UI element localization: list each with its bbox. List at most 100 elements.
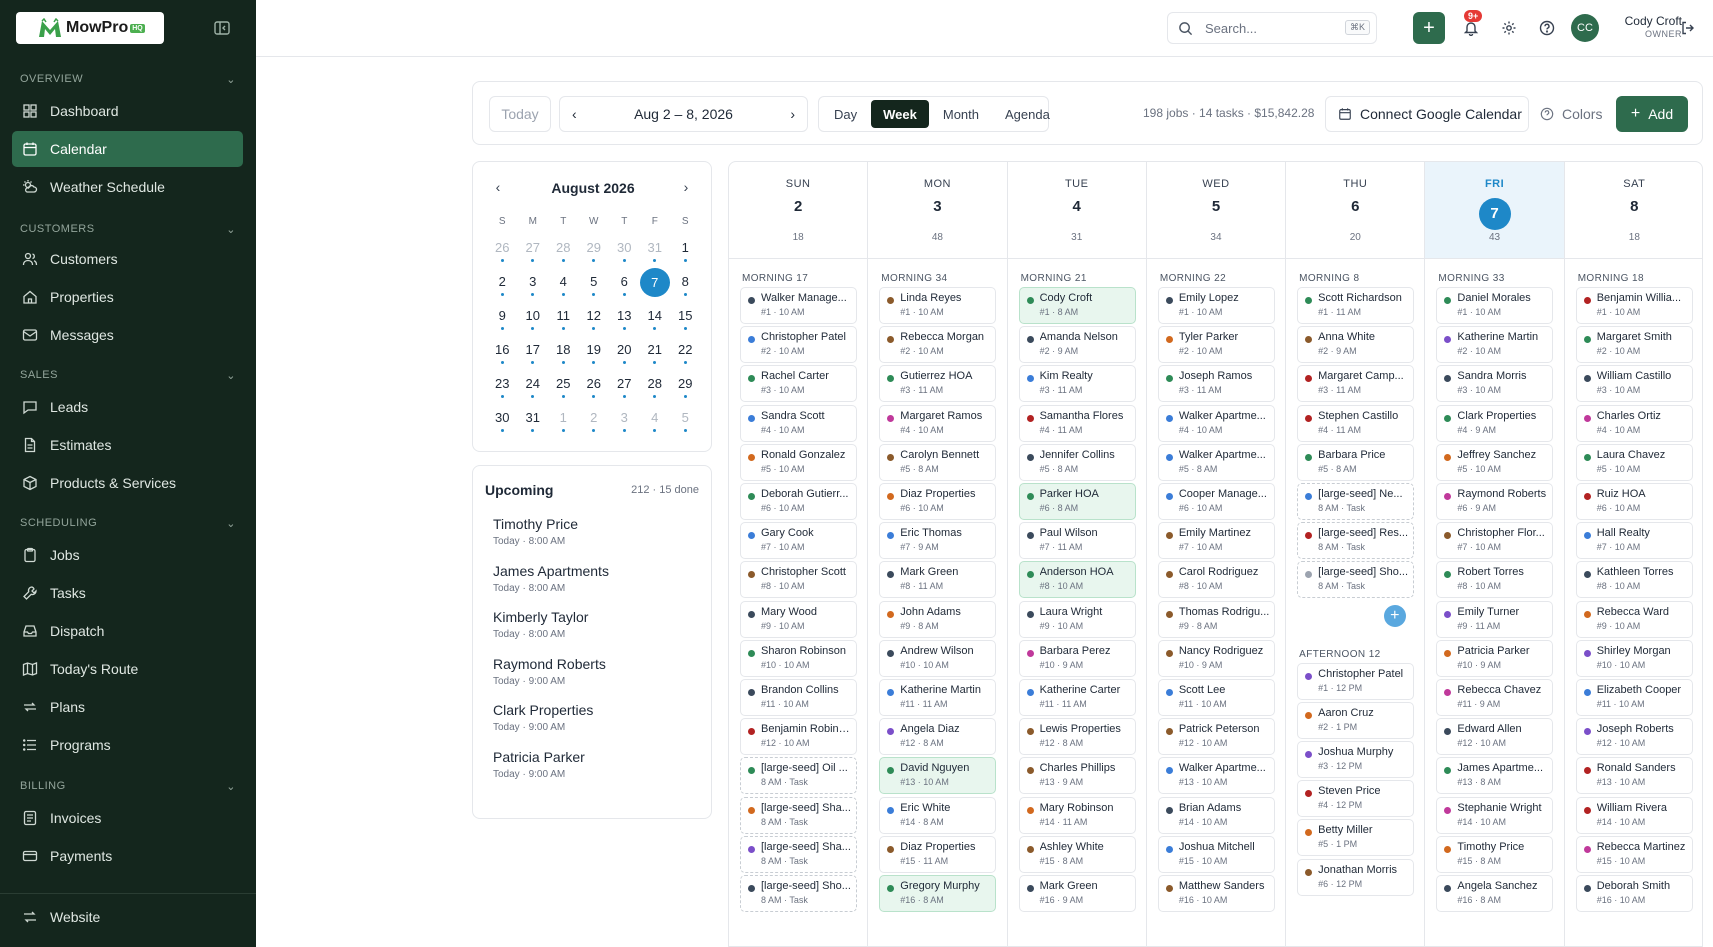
today-button[interactable]: Today <box>489 96 551 132</box>
day-header[interactable]: SUN 2 18 <box>729 162 868 259</box>
mini-calendar-day[interactable]: 13 <box>609 304 640 338</box>
job-card[interactable]: Elizabeth Cooper #11 · 10 AM <box>1575 679 1693 716</box>
sidebar-item-jobs[interactable]: Jobs <box>12 537 243 573</box>
mini-calendar-day[interactable]: 22 <box>670 338 701 372</box>
job-card[interactable]: Angela Sanchez #16 · 8 AM <box>1436 875 1554 912</box>
mini-calendar-day[interactable]: 5 <box>670 406 701 440</box>
mini-calendar-day[interactable]: 30 <box>487 406 518 440</box>
job-card[interactable]: Benjamin Robins... #12 · 10 AM <box>740 718 857 756</box>
sidebar-collapse-icon[interactable] <box>213 19 231 37</box>
job-card[interactable]: Walker Apartme... #13 · 10 AM <box>1157 757 1275 795</box>
job-card[interactable]: Emily Turner #9 · 11 AM <box>1436 600 1554 638</box>
job-card[interactable]: Gregory Murphy #16 · 8 AM <box>879 875 997 912</box>
add-event-button[interactable]: + <box>1383 604 1406 627</box>
job-card[interactable]: John Adams #9 · 8 AM <box>879 600 997 638</box>
chevron-right-icon[interactable]: › <box>790 106 795 122</box>
job-card[interactable]: Gary Cook #7 · 10 AM <box>740 522 857 560</box>
day-header[interactable]: THU 6 20 <box>1286 162 1425 259</box>
job-card[interactable]: Rebecca Ward #9 · 10 AM <box>1575 600 1693 638</box>
logout-button[interactable] <box>1677 17 1699 39</box>
mini-calendar-day[interactable]: 28 <box>640 372 671 406</box>
settings-button[interactable] <box>1498 17 1520 39</box>
job-card[interactable]: Scott Lee #11 · 10 AM <box>1157 679 1275 716</box>
job-card[interactable]: Walker Apartme... #4 · 10 AM <box>1157 404 1275 442</box>
mini-calendar-day[interactable]: 2 <box>579 406 610 440</box>
job-card[interactable]: Margaret Ramos #4 · 10 AM <box>879 404 997 442</box>
job-card[interactable]: Thomas Rodrigu... #9 · 8 AM <box>1157 600 1275 638</box>
sidebar-item-products-services[interactable]: Products & Services <box>12 465 243 501</box>
mini-calendar-day[interactable]: 14 <box>640 304 671 338</box>
sidebar-item-properties[interactable]: Properties <box>12 279 243 315</box>
mini-calendar-day[interactable]: 24 <box>518 372 549 406</box>
job-card[interactable]: Brandon Collins #11 · 10 AM <box>740 679 857 716</box>
job-card[interactable]: Katherine Martin #11 · 11 AM <box>879 679 997 716</box>
sidebar-item-weather-schedule[interactable]: Weather Schedule <box>12 169 243 205</box>
day-header[interactable]: SAT 8 18 <box>1564 162 1702 259</box>
task-card[interactable]: [large-seed] Sha... 8 AM · Task <box>740 835 857 873</box>
job-card[interactable]: Emily Lopez #1 · 10 AM <box>1157 287 1275 324</box>
job-card[interactable]: Linda Reyes #1 · 10 AM <box>879 287 997 324</box>
mini-calendar-day[interactable]: 7 <box>639 268 671 304</box>
sidebar-item-payments[interactable]: Payments <box>12 838 243 874</box>
day-header[interactable]: FRI 7 43 <box>1425 162 1564 259</box>
upcoming-item[interactable]: James Apartments Today · 8:00 AM <box>493 563 609 594</box>
job-card[interactable]: Gutierrez HOA #3 · 11 AM <box>879 365 997 403</box>
job-card[interactable]: James Apartme... #13 · 8 AM <box>1436 757 1554 795</box>
job-card[interactable]: Laura Chavez #5 · 10 AM <box>1575 443 1693 481</box>
job-card[interactable]: Patrick Peterson #12 · 10 AM <box>1157 718 1275 756</box>
task-card[interactable]: [large-seed] Oil ... 8 AM · Task <box>740 757 857 795</box>
job-card[interactable]: Barbara Price #5 · 8 AM <box>1297 443 1415 481</box>
job-card[interactable]: Joseph Ramos #3 · 11 AM <box>1157 365 1275 403</box>
job-card[interactable]: Betty Miller #5 · 1 PM <box>1297 819 1415 857</box>
job-card[interactable]: Charles Ortiz #4 · 10 AM <box>1575 404 1693 442</box>
job-card[interactable]: Christopher Patel #1 · 12 PM <box>1297 662 1415 700</box>
job-card[interactable]: Eric Thomas #7 · 9 AM <box>879 522 997 560</box>
job-card[interactable]: Brian Adams #14 · 10 AM <box>1157 796 1275 834</box>
upcoming-item[interactable]: Clark Properties Today · 9:00 AM <box>493 702 593 733</box>
job-card[interactable]: David Nguyen #13 · 10 AM <box>879 757 997 795</box>
job-card[interactable]: Diaz Properties #6 · 10 AM <box>879 483 997 520</box>
job-card[interactable]: Christopher Flor... #7 · 10 AM <box>1436 522 1554 560</box>
mini-calendar-day[interactable]: 27 <box>609 372 640 406</box>
day-body[interactable]: MORNING 18 Benjamin Willia... #1 · 10 AM Ma… <box>1564 259 1702 946</box>
day-body[interactable]: MORNING 34 Linda Reyes #1 · 10 AM Rebecca M… <box>868 259 1007 946</box>
sidebar-item-dispatch[interactable]: Dispatch <box>12 613 243 649</box>
sidebar-item-invoices[interactable]: Invoices <box>12 800 243 836</box>
job-card[interactable]: Christopher Patel #2 · 10 AM <box>740 326 857 364</box>
job-card[interactable]: Mary Robinson #14 · 11 AM <box>1018 796 1136 834</box>
job-card[interactable]: Deborah Smith #16 · 10 AM <box>1575 875 1693 912</box>
upcoming-item[interactable]: Timothy Price Today · 8:00 AM <box>493 516 578 547</box>
sidebar-item-customers[interactable]: Customers <box>12 241 243 277</box>
mini-calendar-day[interactable]: 19 <box>579 338 610 372</box>
mini-calendar-day[interactable]: 29 <box>670 372 701 406</box>
quick-add-button[interactable]: + <box>1413 12 1445 44</box>
job-card[interactable]: Kim Realty #3 · 11 AM <box>1018 365 1136 403</box>
help-button[interactable] <box>1536 17 1558 39</box>
sidebar-item-tasks[interactable]: Tasks <box>12 575 243 611</box>
task-card[interactable]: [large-seed] Sha... 8 AM · Task <box>740 796 857 834</box>
job-card[interactable]: Amanda Nelson #2 · 9 AM <box>1018 326 1136 364</box>
mini-calendar-day[interactable]: 17 <box>518 338 549 372</box>
job-card[interactable]: William Castillo #3 · 10 AM <box>1575 365 1693 403</box>
job-card[interactable]: Raymond Roberts #6 · 9 AM <box>1436 483 1554 520</box>
job-card[interactable]: Walker Manage... #1 · 10 AM <box>740 287 857 324</box>
job-card[interactable]: Katherine Martin #2 · 10 AM <box>1436 326 1554 364</box>
sidebar-item-plans[interactable]: Plans <box>12 689 243 725</box>
job-card[interactable]: Clark Properties #4 · 9 AM <box>1436 404 1554 442</box>
job-card[interactable]: Stephanie Wright #14 · 10 AM <box>1436 796 1554 834</box>
upcoming-item[interactable]: Raymond Roberts Today · 9:00 AM <box>493 656 606 687</box>
job-card[interactable]: Margaret Camp... #3 · 11 AM <box>1297 365 1415 403</box>
mini-calendar-day[interactable]: 26 <box>579 372 610 406</box>
chevron-right-icon[interactable]: › <box>677 178 695 196</box>
job-card[interactable]: Barbara Perez #10 · 9 AM <box>1018 639 1136 677</box>
job-card[interactable]: Ruiz HOA #6 · 10 AM <box>1575 483 1693 520</box>
job-card[interactable]: Anderson HOA #8 · 10 AM <box>1018 561 1136 599</box>
colors-button[interactable]: Colors <box>1540 96 1602 132</box>
job-card[interactable]: Charles Phillips #13 · 9 AM <box>1018 757 1136 795</box>
sidebar-item-programs[interactable]: Programs <box>12 727 243 763</box>
job-card[interactable]: Katherine Carter #11 · 11 AM <box>1018 679 1136 716</box>
job-card[interactable]: Sandra Morris #3 · 10 AM <box>1436 365 1554 403</box>
job-card[interactable]: Samantha Flores #4 · 11 AM <box>1018 404 1136 442</box>
section-sales[interactable]: SALES ⌄ <box>0 364 256 386</box>
sidebar-item-dashboard[interactable]: Dashboard <box>12 93 243 129</box>
